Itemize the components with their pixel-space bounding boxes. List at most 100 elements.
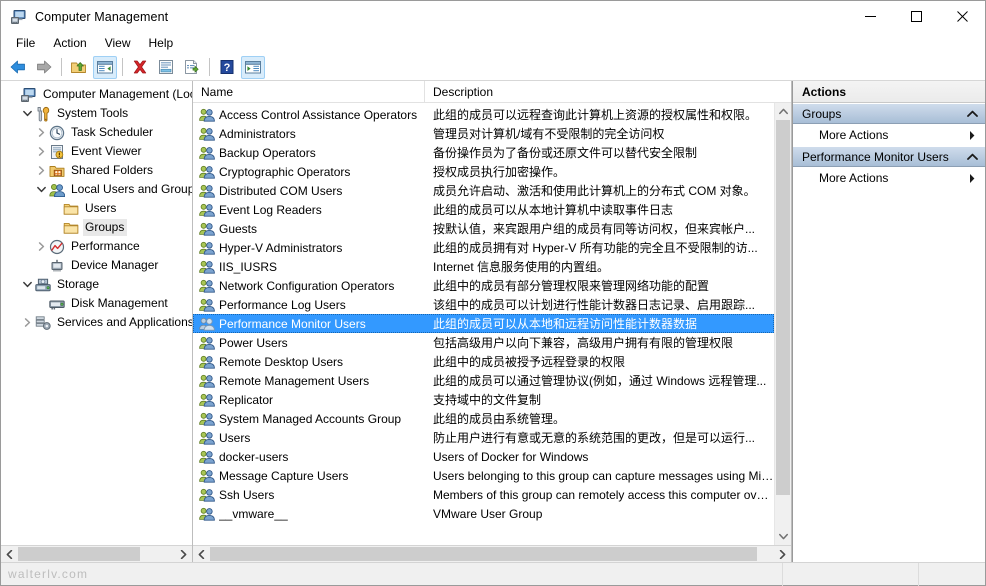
group-icon (199, 297, 215, 313)
actions-group-header[interactable]: Performance Monitor Users (793, 146, 985, 167)
tree-scroll-right-button[interactable] (175, 546, 192, 562)
tree-expander-collapsed-icon[interactable] (33, 163, 49, 179)
back-arrow-icon (9, 59, 27, 75)
table-row[interactable]: Replicator支持域中的文件复制 (193, 390, 774, 409)
chevron-up-icon[interactable] (967, 153, 978, 161)
toolbar-help-button[interactable]: ? (215, 56, 239, 79)
tree-item-groups[interactable]: Groups (1, 218, 192, 237)
menu-file[interactable]: File (7, 33, 44, 53)
chevron-up-icon[interactable] (967, 110, 978, 118)
table-row[interactable]: Remote Management Users此组的成员可以通过管理协议(例如，… (193, 371, 774, 390)
tree-item-performance[interactable]: Performance (1, 237, 192, 256)
actions-more-actions-item[interactable]: More Actions (793, 167, 985, 189)
group-name-cell: Users (193, 430, 425, 446)
maximize-button[interactable] (893, 1, 939, 32)
table-row[interactable]: Backup Operators备份操作员为了备份或还原文件可以替代安全限制 (193, 143, 774, 162)
tree-scroll-thumb[interactable] (18, 547, 140, 561)
tree-expander-collapsed-icon[interactable] (33, 144, 49, 160)
list-scroll-thumb[interactable] (776, 120, 790, 495)
list-hscroll-thumb[interactable] (210, 547, 757, 561)
tree-item-local-users-and-groups[interactable]: Local Users and Groups (1, 180, 192, 199)
tree-item-shared-folders[interactable]: Shared Folders (1, 161, 192, 180)
table-row[interactable]: Cryptographic Operators授权成员执行加密操作。 (193, 162, 774, 181)
menu-action[interactable]: Action (44, 33, 95, 53)
list-vertical-scrollbar[interactable] (774, 103, 791, 545)
list-scroll-left-button[interactable] (193, 546, 210, 562)
table-row[interactable]: Users防止用户进行有意或无意的系统范围的更改，但是可以运行... (193, 428, 774, 447)
list-hscroll-track[interactable] (210, 546, 774, 562)
tree-item-disk-management[interactable]: Disk Management (1, 294, 192, 313)
close-button[interactable] (939, 1, 985, 32)
tree-expander-expanded-icon[interactable] (33, 182, 49, 198)
console-tree[interactable]: Computer Management (Local System Tools … (1, 81, 192, 545)
tree-item-services-and-applications[interactable]: Services and Applications (1, 313, 192, 332)
table-row[interactable]: IIS_IUSRSInternet 信息服务使用的内置组。 (193, 257, 774, 276)
tree-item-label: Groups (83, 219, 127, 236)
table-row[interactable]: docker-usersUsers of Docker for Windows (193, 447, 774, 466)
group-name-label: Users (219, 431, 250, 445)
table-row[interactable]: Event Log Readers此组的成员可以从本地计算机中读取事件日志 (193, 200, 774, 219)
table-row[interactable]: Power Users包括高级用户以向下兼容，高级用户拥有有限的管理权限 (193, 333, 774, 352)
table-row[interactable]: System Managed Accounts Group此组的成员由系统管理。 (193, 409, 774, 428)
actions-more-actions-item[interactable]: More Actions (793, 124, 985, 146)
group-name-cell: Backup Operators (193, 145, 425, 161)
tree-expander-collapsed-icon[interactable] (33, 125, 49, 141)
tree-item-computer-management-local[interactable]: Computer Management (Local (1, 85, 192, 104)
column-header-name[interactable]: Name (193, 81, 425, 103)
minimize-button[interactable] (847, 1, 893, 32)
tree-item-system-tools[interactable]: System Tools (1, 104, 192, 123)
table-row[interactable]: Performance Monitor Users此组的成员可以从本地和远程访问… (193, 314, 774, 333)
list-scroll-right-button[interactable] (774, 546, 791, 562)
groups-list[interactable]: Access Control Assistance Operators此组的成员… (193, 103, 774, 545)
toolbar-delete-button[interactable] (128, 56, 152, 79)
toolbar-export-list-button[interactable] (180, 56, 204, 79)
table-row[interactable]: Hyper-V Administrators此组的成员拥有对 Hyper-V 所… (193, 238, 774, 257)
help-question-icon: ? (218, 59, 236, 75)
tree-scroll-track[interactable] (18, 546, 175, 562)
group-description-cell: 支持域中的文件复制 (425, 391, 774, 408)
table-row[interactable]: Administrators管理员对计算机/域有不受限制的完全访问权 (193, 124, 774, 143)
group-name-label: Power Users (219, 336, 288, 350)
list-body-wrapper: Access Control Assistance Operators此组的成员… (193, 103, 791, 545)
table-row[interactable]: Distributed COM Users成员允许启动、激活和使用此计算机上的分… (193, 181, 774, 200)
tree-expander-collapsed-icon[interactable] (19, 315, 35, 331)
menu-view[interactable]: View (96, 33, 140, 53)
menu-help[interactable]: Help (140, 33, 183, 53)
table-row[interactable]: Guests按默认值，来宾跟用户组的成员有同等访问权，但来宾帐户... (193, 219, 774, 238)
tree-expander-expanded-icon[interactable] (19, 277, 35, 293)
toolbar-show-tree-button[interactable] (93, 56, 117, 79)
table-row[interactable]: Network Configuration Operators此组中的成员有部分… (193, 276, 774, 295)
toolbar-properties-button[interactable] (154, 56, 178, 79)
tree-scroll-left-button[interactable] (1, 546, 18, 562)
table-row[interactable]: __vmware__VMware User Group (193, 504, 774, 523)
list-scroll-down-button[interactable] (775, 528, 791, 545)
window-title: Computer Management (35, 10, 168, 24)
tree-item-users[interactable]: Users (1, 199, 192, 218)
list-scroll-track[interactable] (775, 120, 791, 528)
tree-item-event-viewer[interactable]: Event Viewer (1, 142, 192, 161)
group-name-cell: Administrators (193, 126, 425, 142)
group-icon (199, 335, 215, 351)
group-name-cell: IIS_IUSRS (193, 259, 425, 275)
table-row[interactable]: Performance Log Users该组中的成员可以计划进行性能计数器日志… (193, 295, 774, 314)
toolbar-forward-button[interactable] (32, 56, 56, 79)
tree-expander-expanded-icon[interactable] (19, 106, 35, 122)
toolbar-back-button[interactable] (6, 56, 30, 79)
table-row[interactable]: Message Capture UsersUsers belonging to … (193, 466, 774, 485)
tree-horizontal-scrollbar[interactable] (1, 545, 192, 562)
group-icon (199, 411, 215, 427)
tree-item-task-scheduler[interactable]: Task Scheduler (1, 123, 192, 142)
table-row[interactable]: Access Control Assistance Operators此组的成员… (193, 105, 774, 124)
table-row[interactable]: Ssh UsersMembers of this group can remot… (193, 485, 774, 504)
table-row[interactable]: Remote Desktop Users此组中的成员被授予远程登录的权限 (193, 352, 774, 371)
list-scroll-up-button[interactable] (775, 103, 791, 120)
column-header-description[interactable]: Description (425, 81, 791, 103)
status-bar: walterlv.com (1, 562, 985, 585)
tree-item-device-manager[interactable]: Device Manager (1, 256, 192, 275)
list-horizontal-scrollbar[interactable] (193, 545, 791, 562)
tree-item-storage[interactable]: Storage (1, 275, 192, 294)
tree-expander-collapsed-icon[interactable] (33, 239, 49, 255)
actions-group-header[interactable]: Groups (793, 103, 985, 124)
toolbar-show-action-pane-button[interactable] (241, 56, 265, 79)
toolbar-up-button[interactable] (67, 56, 91, 79)
